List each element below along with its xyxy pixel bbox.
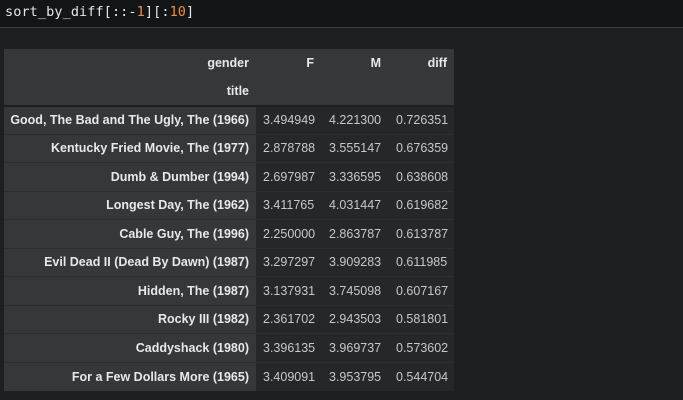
column-header: F	[256, 49, 322, 78]
cell-m: 3.909283	[322, 247, 389, 277]
cell-f: 3.409091	[256, 361, 322, 391]
row-title: Rocky III (1982)	[4, 304, 256, 334]
table-row: Evil Dead II (Dead By Dawn) (1987) 3.297…	[4, 247, 454, 277]
code-text-suffix: ]	[186, 4, 195, 20]
table-row: Good, The Bad and The Ugly, The (1966) 3…	[4, 104, 454, 134]
blank-header-cell	[322, 77, 389, 106]
column-header: diff	[389, 49, 454, 78]
cell-m: 4.221300	[322, 104, 389, 134]
row-title: Good, The Bad and The Ugly, The (1966)	[4, 104, 256, 134]
blank-header-cell	[389, 77, 454, 106]
row-title: Evil Dead II (Dead By Dawn) (1987)	[4, 247, 256, 277]
cell-m: 3.555147	[322, 133, 389, 163]
cell-f: 3.396135	[256, 333, 322, 362]
table-row: Kentucky Fried Movie, The (1977) 2.87878…	[4, 133, 454, 163]
table-row: For a Few Dollars More (1965) 3.409091 3…	[4, 361, 454, 391]
cell-diff: 0.573602	[389, 333, 454, 362]
row-title: Kentucky Fried Movie, The (1977)	[4, 133, 256, 163]
cell-f: 2.361702	[256, 304, 322, 334]
cell-m: 3.745098	[322, 276, 389, 305]
cell-m: 3.336595	[322, 162, 389, 191]
column-header-row: gender F M diff	[4, 49, 454, 78]
cell-m: 2.943503	[322, 304, 389, 334]
row-title: Dumb & Dumber (1994)	[4, 162, 256, 191]
index-name-row: title	[4, 77, 454, 106]
table-row: Rocky III (1982) 2.361702 2.943503 0.581…	[4, 304, 454, 334]
code-line[interactable]: sort_by_diff[::-1][:10]	[5, 4, 194, 20]
columns-name-label: gender	[4, 49, 256, 78]
cell-f: 3.494949	[256, 104, 322, 134]
cell-f: 2.697987	[256, 162, 322, 191]
table-body: Good, The Bad and The Ugly, The (1966) 3…	[4, 104, 454, 391]
cell-diff: 0.544704	[389, 361, 454, 391]
table-row: Dumb & Dumber (1994) 2.697987 3.336595 0…	[4, 162, 454, 191]
cell-diff: 0.638608	[389, 162, 454, 191]
cell-f: 2.250000	[256, 219, 322, 248]
cell-output: gender F M diff title Good, The Bad and …	[0, 29, 683, 400]
cell-diff: 0.613787	[389, 219, 454, 248]
table-row: Longest Day, The (1962) 3.411765 4.03144…	[4, 190, 454, 220]
row-title: For a Few Dollars More (1965)	[4, 361, 256, 391]
cell-diff: 0.607167	[389, 276, 454, 305]
cell-diff: 0.726351	[389, 104, 454, 134]
table-row: Hidden, The (1987) 3.137931 3.745098 0.6…	[4, 276, 454, 305]
cell-m: 2.863787	[322, 219, 389, 248]
cell-m: 4.031447	[322, 190, 389, 220]
code-text-middle: ][:	[144, 4, 170, 20]
blank-header-cell	[256, 77, 322, 106]
cell-m: 3.969737	[322, 333, 389, 362]
row-title: Hidden, The (1987)	[4, 276, 256, 305]
code-text-prefix: sort_by_diff[::-	[5, 4, 137, 20]
cell-f: 3.411765	[256, 190, 322, 220]
cell-m: 3.953795	[322, 361, 389, 391]
row-title: Cable Guy, The (1996)	[4, 219, 256, 248]
cell-f: 3.137931	[256, 276, 322, 305]
cell-f: 2.878788	[256, 133, 322, 163]
column-header: M	[322, 49, 389, 78]
table-row: Caddyshack (1980) 3.396135 3.969737 0.57…	[4, 333, 454, 362]
dataframe-table: gender F M diff title Good, The Bad and …	[4, 49, 454, 391]
cell-diff: 0.676359	[389, 133, 454, 163]
code-number-literal: 1	[136, 4, 145, 20]
row-title: Longest Day, The (1962)	[4, 190, 256, 220]
code-number-literal: 10	[169, 4, 187, 20]
cell-diff: 0.581801	[389, 304, 454, 334]
table-row: Cable Guy, The (1996) 2.250000 2.863787 …	[4, 219, 454, 248]
cell-f: 3.297297	[256, 247, 322, 277]
row-title: Caddyshack (1980)	[4, 333, 256, 362]
code-cell[interactable]: sort_by_diff[::-1][:10]	[0, 0, 683, 28]
notebook-page: sort_by_diff[::-1][:10] gender F M diff …	[0, 0, 683, 400]
index-name-label: title	[4, 77, 256, 106]
cell-diff: 0.619682	[389, 190, 454, 220]
cell-diff: 0.611985	[389, 247, 454, 277]
